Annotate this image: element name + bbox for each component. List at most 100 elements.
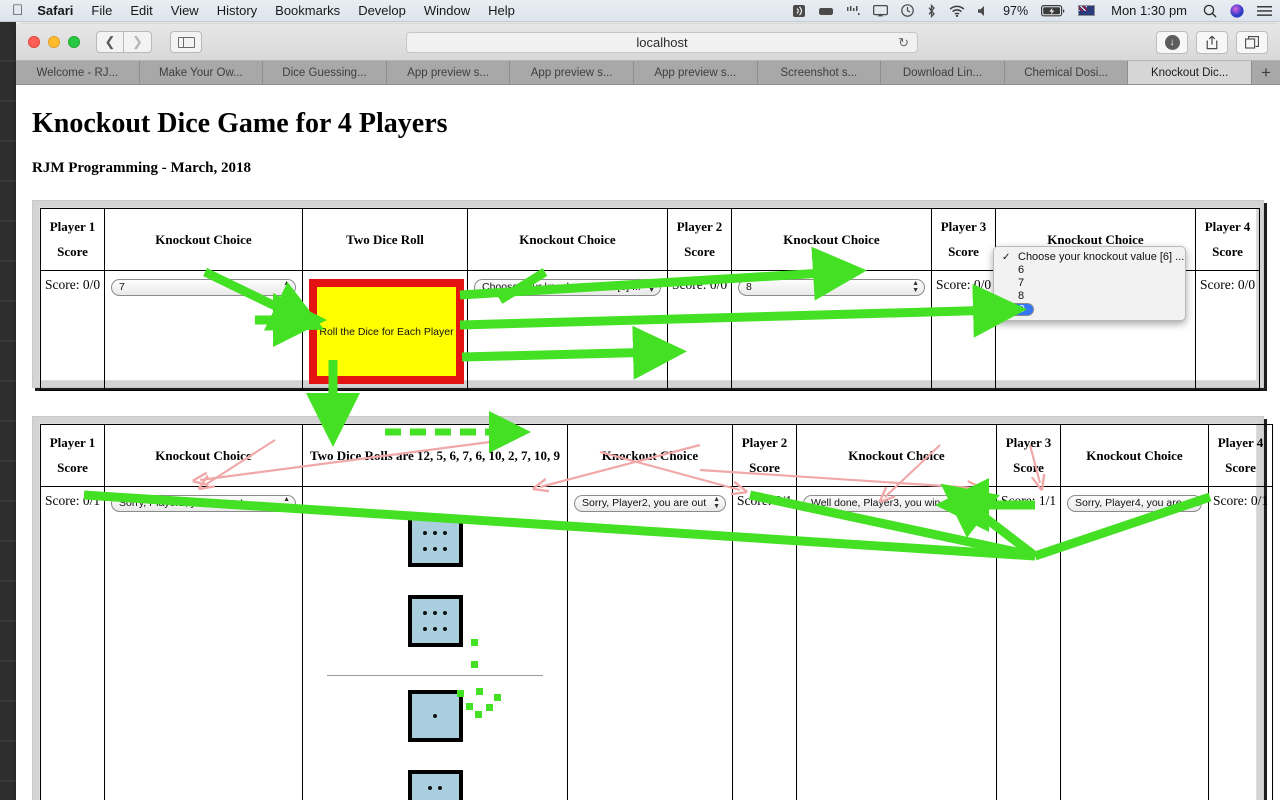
stepper-arrows-icon: ▲▼ [912,280,919,294]
score-player4: Score: 0/0 [1196,271,1260,391]
menu-item-help[interactable]: Help [488,3,515,18]
score-player1: Score: 0/0 [41,271,105,391]
show-all-tabs-button[interactable] [1236,31,1268,54]
header-player1-score: Score [43,240,102,265]
knockout-result-player2-value: Sorry, Player2, you are out [582,497,706,509]
australia-flag-icon [1078,5,1095,16]
tab-make-your-own[interactable]: Make Your Ow... [140,61,264,84]
dots-icon[interactable] [846,5,860,17]
tab-app-preview-3[interactable]: App preview s... [634,61,758,84]
menu-item-view[interactable]: View [171,3,199,18]
dropdown-option-placeholder[interactable]: Choose your knockout value [6] ... [994,251,1185,264]
table-header-row: Player 1 Score Knockout Choice Two Dice … [41,425,1273,487]
airplay-audio-icon[interactable] [792,4,806,18]
knockout-result-player1[interactable]: Sorry, Player1, you are out ▲▼ [111,495,296,512]
knockout-result-player3[interactable]: Well done, Player3, you win alone ▲▼ [803,495,990,512]
tab-app-preview-2[interactable]: App preview s... [510,61,634,84]
search-icon[interactable] [1203,4,1217,18]
siri-icon[interactable] [1230,4,1244,18]
header-player2-name: Player 2 [670,215,729,240]
knockout-select-cell-3: 8 ▲▼ [732,271,932,391]
menu-item-window[interactable]: Window [424,3,470,18]
dropdown-option-7[interactable]: 7 [994,277,1185,290]
knockout-select-cell-1: 7 ▲▼ [105,271,303,391]
time-machine-icon[interactable] [901,4,914,17]
address-bar[interactable]: localhost ↻ [406,32,918,53]
notification-center-icon[interactable] [1257,5,1272,17]
page-content: Knockout Dice Game for 4 Players RJM Pro… [16,86,1280,800]
roll-dice-button[interactable]: Roll the Dice for Each Player [309,279,464,384]
tab-label: App preview s... [407,67,489,79]
battery-charging-icon[interactable] [1041,5,1065,17]
stepper-arrows-icon: ▲▼ [977,496,984,510]
header-player4: Player 4 Score [1196,209,1260,271]
header-player1: Player 1 Score [41,209,105,271]
tab-label: Dice Guessing... [282,67,366,79]
tab-dice-guessing[interactable]: Dice Guessing... [263,61,387,84]
tab-label: App preview s... [531,67,613,79]
die-face-6 [408,515,463,567]
tab-knockout-dice[interactable]: Knockout Dic... [1128,61,1252,84]
dropdown-option-8[interactable]: 8 [994,290,1185,303]
header-player2: Player 2 Score [668,209,732,271]
window-controls[interactable] [28,36,80,48]
header-player4-score: Score [1198,240,1257,265]
new-tab-button[interactable]: + [1252,61,1280,84]
knockout-select-player1[interactable]: 7 ▲▼ [111,279,296,296]
menu-bar-clock[interactable]: Mon 1:30 pm [1111,3,1187,18]
header-player2-score: Score [735,456,794,481]
wifi-icon[interactable] [949,5,965,17]
dropdown-option-6[interactable]: 6 [994,264,1185,277]
game-frame-results: Player 1 Score Knockout Choice Two Dice … [32,416,1264,800]
maximize-window-button[interactable] [68,36,80,48]
reload-icon[interactable]: ↻ [898,35,909,51]
minimize-window-button[interactable] [48,36,60,48]
share-button[interactable] [1196,31,1228,54]
menu-item-develop[interactable]: Develop [358,3,406,18]
knockout-table-results: Player 1 Score Knockout Choice Two Dice … [40,424,1273,800]
close-window-button[interactable] [28,36,40,48]
menu-item-edit[interactable]: Edit [130,3,152,18]
header-two-dice-roll: Two Dice Roll [303,209,468,271]
sidebar-toggle-button[interactable] [170,31,202,53]
tab-bar: Welcome - RJ... Make Your Ow... Dice Gue… [16,61,1280,85]
dropdown-option-9[interactable]: 9 [994,303,1034,316]
header-knockout-choice-3: Knockout Choice [732,209,932,271]
forward-button[interactable]: ❯ [124,31,152,53]
menu-item-history[interactable]: History [217,3,257,18]
tab-download-links[interactable]: Download Lin... [881,61,1005,84]
die-face-1 [408,690,463,742]
back-button[interactable]: ❮ [96,31,124,53]
score-player4: Score: 0/1 [1209,487,1273,800]
header-knockout-choice-1: Knockout Choice [105,425,303,487]
apple-icon[interactable]:  [12,3,23,18]
tab-label: Chemical Dosi... [1024,67,1108,79]
tab-welcome[interactable]: Welcome - RJ... [16,61,140,84]
header-player1-score: Score [43,456,102,481]
stepper-arrows-icon: ▲▼ [713,496,720,510]
downloads-button[interactable]: ↓ [1156,31,1188,54]
knockout-select-player2[interactable]: Choose your knockout value [6] ... ▲▼ [474,279,661,296]
knockout-value-dropdown-menu[interactable]: Choose your knockout value [6] ... 6 7 8… [993,246,1186,321]
tab-chemical-dosing[interactable]: Chemical Dosi... [1005,61,1129,84]
tab-screenshot[interactable]: Screenshot s... [758,61,882,84]
menu-item-file[interactable]: File [91,3,112,18]
bluetooth-icon[interactable] [927,4,936,18]
header-player3-name: Player 3 [999,431,1058,456]
header-player2: Player 2 Score [733,425,797,487]
menu-item-bookmarks[interactable]: Bookmarks [275,3,340,18]
menu-item-safari[interactable]: Safari [37,3,73,18]
volume-icon[interactable] [978,5,989,17]
knockout-result-player4[interactable]: Sorry, Player4, you are out ▲▼ [1067,495,1202,512]
screen-mirroring-icon[interactable] [873,5,888,17]
tab-app-preview-1[interactable]: App preview s... [387,61,511,84]
tab-label: App preview s... [654,67,736,79]
knockout-select-player3[interactable]: 8 ▲▼ [738,279,925,296]
header-player1: Player 1 Score [41,425,105,487]
header-player3: Player 3 Score [932,209,996,271]
battery-percent-label: 97% [1003,4,1028,18]
knockout-result-player2[interactable]: Sorry, Player2, you are out ▲▼ [574,495,726,512]
knockout-result-cell-3: Well done, Player3, you win alone ▲▼ [797,487,997,800]
game-controller-icon[interactable] [819,5,833,17]
downloads-icon: ↓ [1165,35,1180,50]
